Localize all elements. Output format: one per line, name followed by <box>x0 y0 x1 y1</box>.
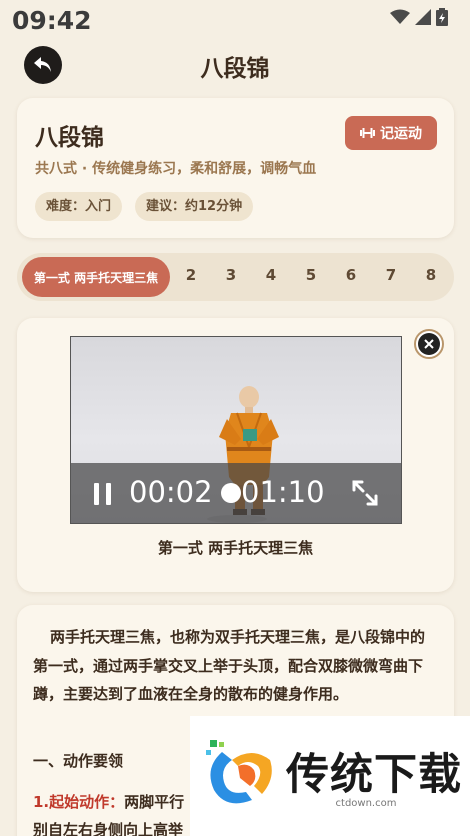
exercise-title: 八段锦 <box>35 125 104 151</box>
step-text-line2: 别自左右身侧向上高举 <box>33 821 184 836</box>
step-tab-7[interactable]: 7 <box>381 266 401 284</box>
video-caption: 第一式 两手托天理三焦 <box>157 539 314 557</box>
step-tab-3[interactable]: 3 <box>221 266 241 284</box>
step-tab-2[interactable]: 2 <box>181 266 201 284</box>
wifi-icon <box>390 9 410 24</box>
step-tabs: 第一式 两手托天理三焦 2 3 4 5 6 7 8 <box>17 253 454 301</box>
duration-chip: 建议：约12分钟 <box>135 192 254 221</box>
battery-icon <box>436 8 448 26</box>
status-time: 09:42 <box>12 6 92 35</box>
total-time: 01:10 <box>241 475 325 509</box>
watermark-url: ctdown.com <box>286 798 446 809</box>
close-icon <box>418 333 440 355</box>
close-video-button[interactable] <box>414 329 444 359</box>
watermark-brand: 传统下载 <box>286 750 462 800</box>
current-time: 00:02 <box>129 475 213 509</box>
intro-paragraph: 两手托天理三焦，也称为双手托天理三焦，是八段锦中的第一式，通过两手掌交叉上举于头… <box>33 628 426 703</box>
exercise-info-card: 八段锦 记运动 共八式 · 传统健身练习，柔和舒展，调畅气血 难度：入门 建议：… <box>17 98 454 238</box>
step-text: 两脚平行 <box>124 793 185 811</box>
scrubber-handle[interactable] <box>221 483 241 503</box>
status-icons <box>390 8 448 26</box>
video-controls: 00:02 01:10 <box>71 463 401 523</box>
section-heading: 一、动作要领 <box>33 752 124 770</box>
brand-logo-icon <box>206 740 272 804</box>
dumbbell-icon <box>360 128 375 138</box>
log-exercise-label: 记运动 <box>380 126 422 142</box>
step-tab-8[interactable]: 8 <box>421 266 441 284</box>
fullscreen-icon[interactable] <box>351 479 379 507</box>
log-exercise-button[interactable]: 记运动 <box>345 116 437 150</box>
page-title: 八段锦 <box>200 56 270 82</box>
status-bar: 09:42 <box>0 0 470 40</box>
exercise-subtitle: 共八式 · 传统健身练习，柔和舒展，调畅气血 <box>35 161 317 177</box>
difficulty-chip: 难度：入门 <box>35 192 123 221</box>
step-tab-6[interactable]: 6 <box>341 266 361 284</box>
step-label: 1.起始动作： <box>33 793 125 811</box>
watermark: 传统下载 ctdown.com <box>190 716 470 836</box>
step-tab-5[interactable]: 5 <box>301 266 321 284</box>
step-tab-4[interactable]: 4 <box>261 266 281 284</box>
signal-icon <box>415 9 431 25</box>
video-player[interactable]: 00:02 01:10 <box>70 336 402 524</box>
video-card: 00:02 01:10 第一式 两手托天理三焦 <box>17 318 454 592</box>
step-tab-1[interactable]: 第一式 两手托天理三焦 <box>22 257 170 297</box>
pause-icon[interactable] <box>93 483 113 505</box>
